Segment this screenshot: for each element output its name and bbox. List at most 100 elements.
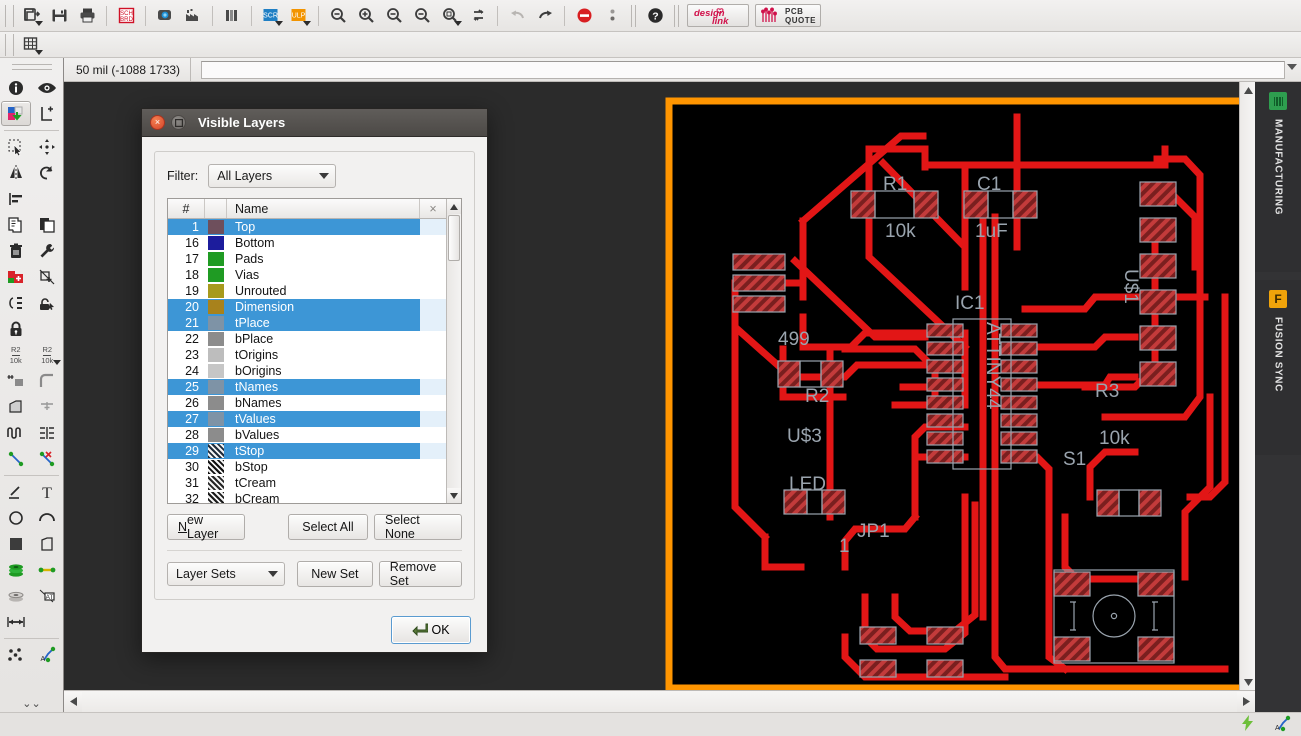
ripup-icon[interactable] [32,446,64,472]
layer-color-swatch[interactable] [205,427,227,443]
layer-visible-cell[interactable] [420,283,446,299]
polygon-shape-icon[interactable] [32,531,64,557]
designlink-button[interactable]: design link [687,4,749,27]
power-bolt-icon[interactable] [1239,714,1257,735]
pcb-board-drawing[interactable]: R1 10k C1 1uF IC1 499 R2 U$3 LED JP1 1 R… [665,97,1255,690]
split-icon[interactable] [32,394,64,420]
layer-visible-cell[interactable] [420,411,446,427]
smash-icon[interactable]: R2 10k [32,342,64,368]
layer-visible-cell[interactable] [420,379,446,395]
scroll-up-icon[interactable] [1240,82,1256,98]
layer-visible-cell[interactable] [420,491,446,503]
layer-color-swatch[interactable] [205,283,227,299]
layer-visible-cell[interactable] [420,251,446,267]
table-row[interactable]: 19 Unrouted [168,283,446,299]
layer-visible-cell[interactable] [420,219,446,235]
chevron-down-icon[interactable] [319,173,330,179]
table-row[interactable]: 25 tNames [168,379,446,395]
help-icon[interactable]: ? [641,3,669,29]
table-row[interactable]: 23 tOrigins [168,347,446,363]
column-header-number[interactable]: # [168,199,205,218]
sch-brd-switch-icon[interactable]: SCH BRD [112,3,140,29]
undo-icon[interactable] [503,3,531,29]
airwire-status-icon[interactable]: A [1271,714,1291,735]
open-project-icon[interactable] [17,3,45,29]
dimension-icon[interactable] [0,609,32,635]
table-row[interactable]: 24 bOrigins [168,363,446,379]
save-icon[interactable] [45,3,73,29]
zoom-in-icon[interactable] [352,3,380,29]
layer-visible-cell[interactable] [420,299,446,315]
layer-table-scrollbar[interactable] [446,199,461,503]
table-row[interactable]: 21 tPlace [168,315,446,331]
layer-color-swatch[interactable] [205,475,227,491]
lock-icon[interactable] [0,316,32,342]
table-row[interactable]: 27 tValues [168,411,446,427]
layer-visible-cell[interactable] [420,267,446,283]
layer-color-swatch[interactable] [205,411,227,427]
chevron-down-icon[interactable] [35,49,43,55]
chevron-down-icon[interactable] [1287,64,1297,70]
add-part-icon[interactable] [0,264,32,290]
scroll-down-icon[interactable] [1240,674,1256,690]
meander-icon[interactable] [0,420,32,446]
redraw-icon[interactable] [464,3,492,29]
chevron-down-icon[interactable] [275,20,283,26]
column-header-visible[interactable]: × [420,199,446,218]
zoom-fit-icon[interactable] [324,3,352,29]
layer-visible-cell[interactable] [420,331,446,347]
align-icon[interactable] [0,186,32,212]
new-set-button[interactable]: New Set [297,561,373,587]
table-row[interactable]: 16 Bottom [168,235,446,251]
arc-icon[interactable] [32,505,64,531]
wire-segment-icon[interactable] [32,557,64,583]
toolbar-grip[interactable] [5,4,14,27]
layer-color-swatch[interactable] [205,299,227,315]
scrollbar-thumb[interactable] [448,215,460,261]
table-row[interactable]: 1 Top [168,219,446,235]
paste-icon[interactable] [32,212,64,238]
layer-visible-cell[interactable] [420,459,446,475]
name-value-icon[interactable]: R2 10k [0,342,32,368]
line-icon[interactable] [0,479,32,505]
cam-processor-icon[interactable] [179,3,207,29]
layer-visible-cell[interactable] [420,443,446,459]
canvas-horizontal-scrollbar[interactable] [64,690,1255,712]
scroll-down-icon[interactable] [447,488,461,503]
grid-icon[interactable] [17,32,45,58]
layer-color-swatch[interactable] [205,363,227,379]
manufacturing-panel[interactable]: MANUFACTURING [1255,82,1301,272]
table-row[interactable]: 18 Vias [168,267,446,283]
via-icon[interactable] [0,557,32,583]
layer-color-swatch[interactable] [205,315,227,331]
pinswap-icon[interactable] [0,290,32,316]
table-row[interactable]: 29 tStop [168,443,446,459]
maximize-icon[interactable] [171,115,186,130]
table-row[interactable]: 30 bStop [168,459,446,475]
layer-visible-cell[interactable] [420,475,446,491]
chevron-down-icon[interactable] [53,360,61,365]
rectangle-icon[interactable] [0,531,32,557]
scroll-left-icon[interactable] [64,691,82,712]
layer-color-swatch[interactable] [205,331,227,347]
layer-color-swatch[interactable] [205,443,227,459]
library-icon[interactable] [218,3,246,29]
visible-layers-dialog[interactable]: × Visible Layers Filter: All Layers # Na… [141,108,488,653]
scroll-up-icon[interactable] [447,199,461,214]
text-icon[interactable]: T [32,479,64,505]
zoom-out-icon[interactable] [380,3,408,29]
filter-select[interactable]: All Layers [208,164,337,188]
zoom-select-icon[interactable] [408,3,436,29]
select-all-button[interactable]: Select All [288,514,368,540]
column-header-name[interactable]: Name [227,199,420,218]
table-row[interactable]: 22 bPlace [168,331,446,347]
layer-color-swatch[interactable] [205,459,227,475]
show-eye-icon[interactable] [32,75,64,101]
layer-color-swatch[interactable] [205,395,227,411]
print-icon[interactable] [73,3,101,29]
circle-icon[interactable] [0,505,32,531]
layer-visible-cell[interactable] [420,363,446,379]
camera-icon[interactable] [151,3,179,29]
chevron-down-icon[interactable] [268,571,279,577]
layer-visible-cell[interactable] [420,347,446,363]
